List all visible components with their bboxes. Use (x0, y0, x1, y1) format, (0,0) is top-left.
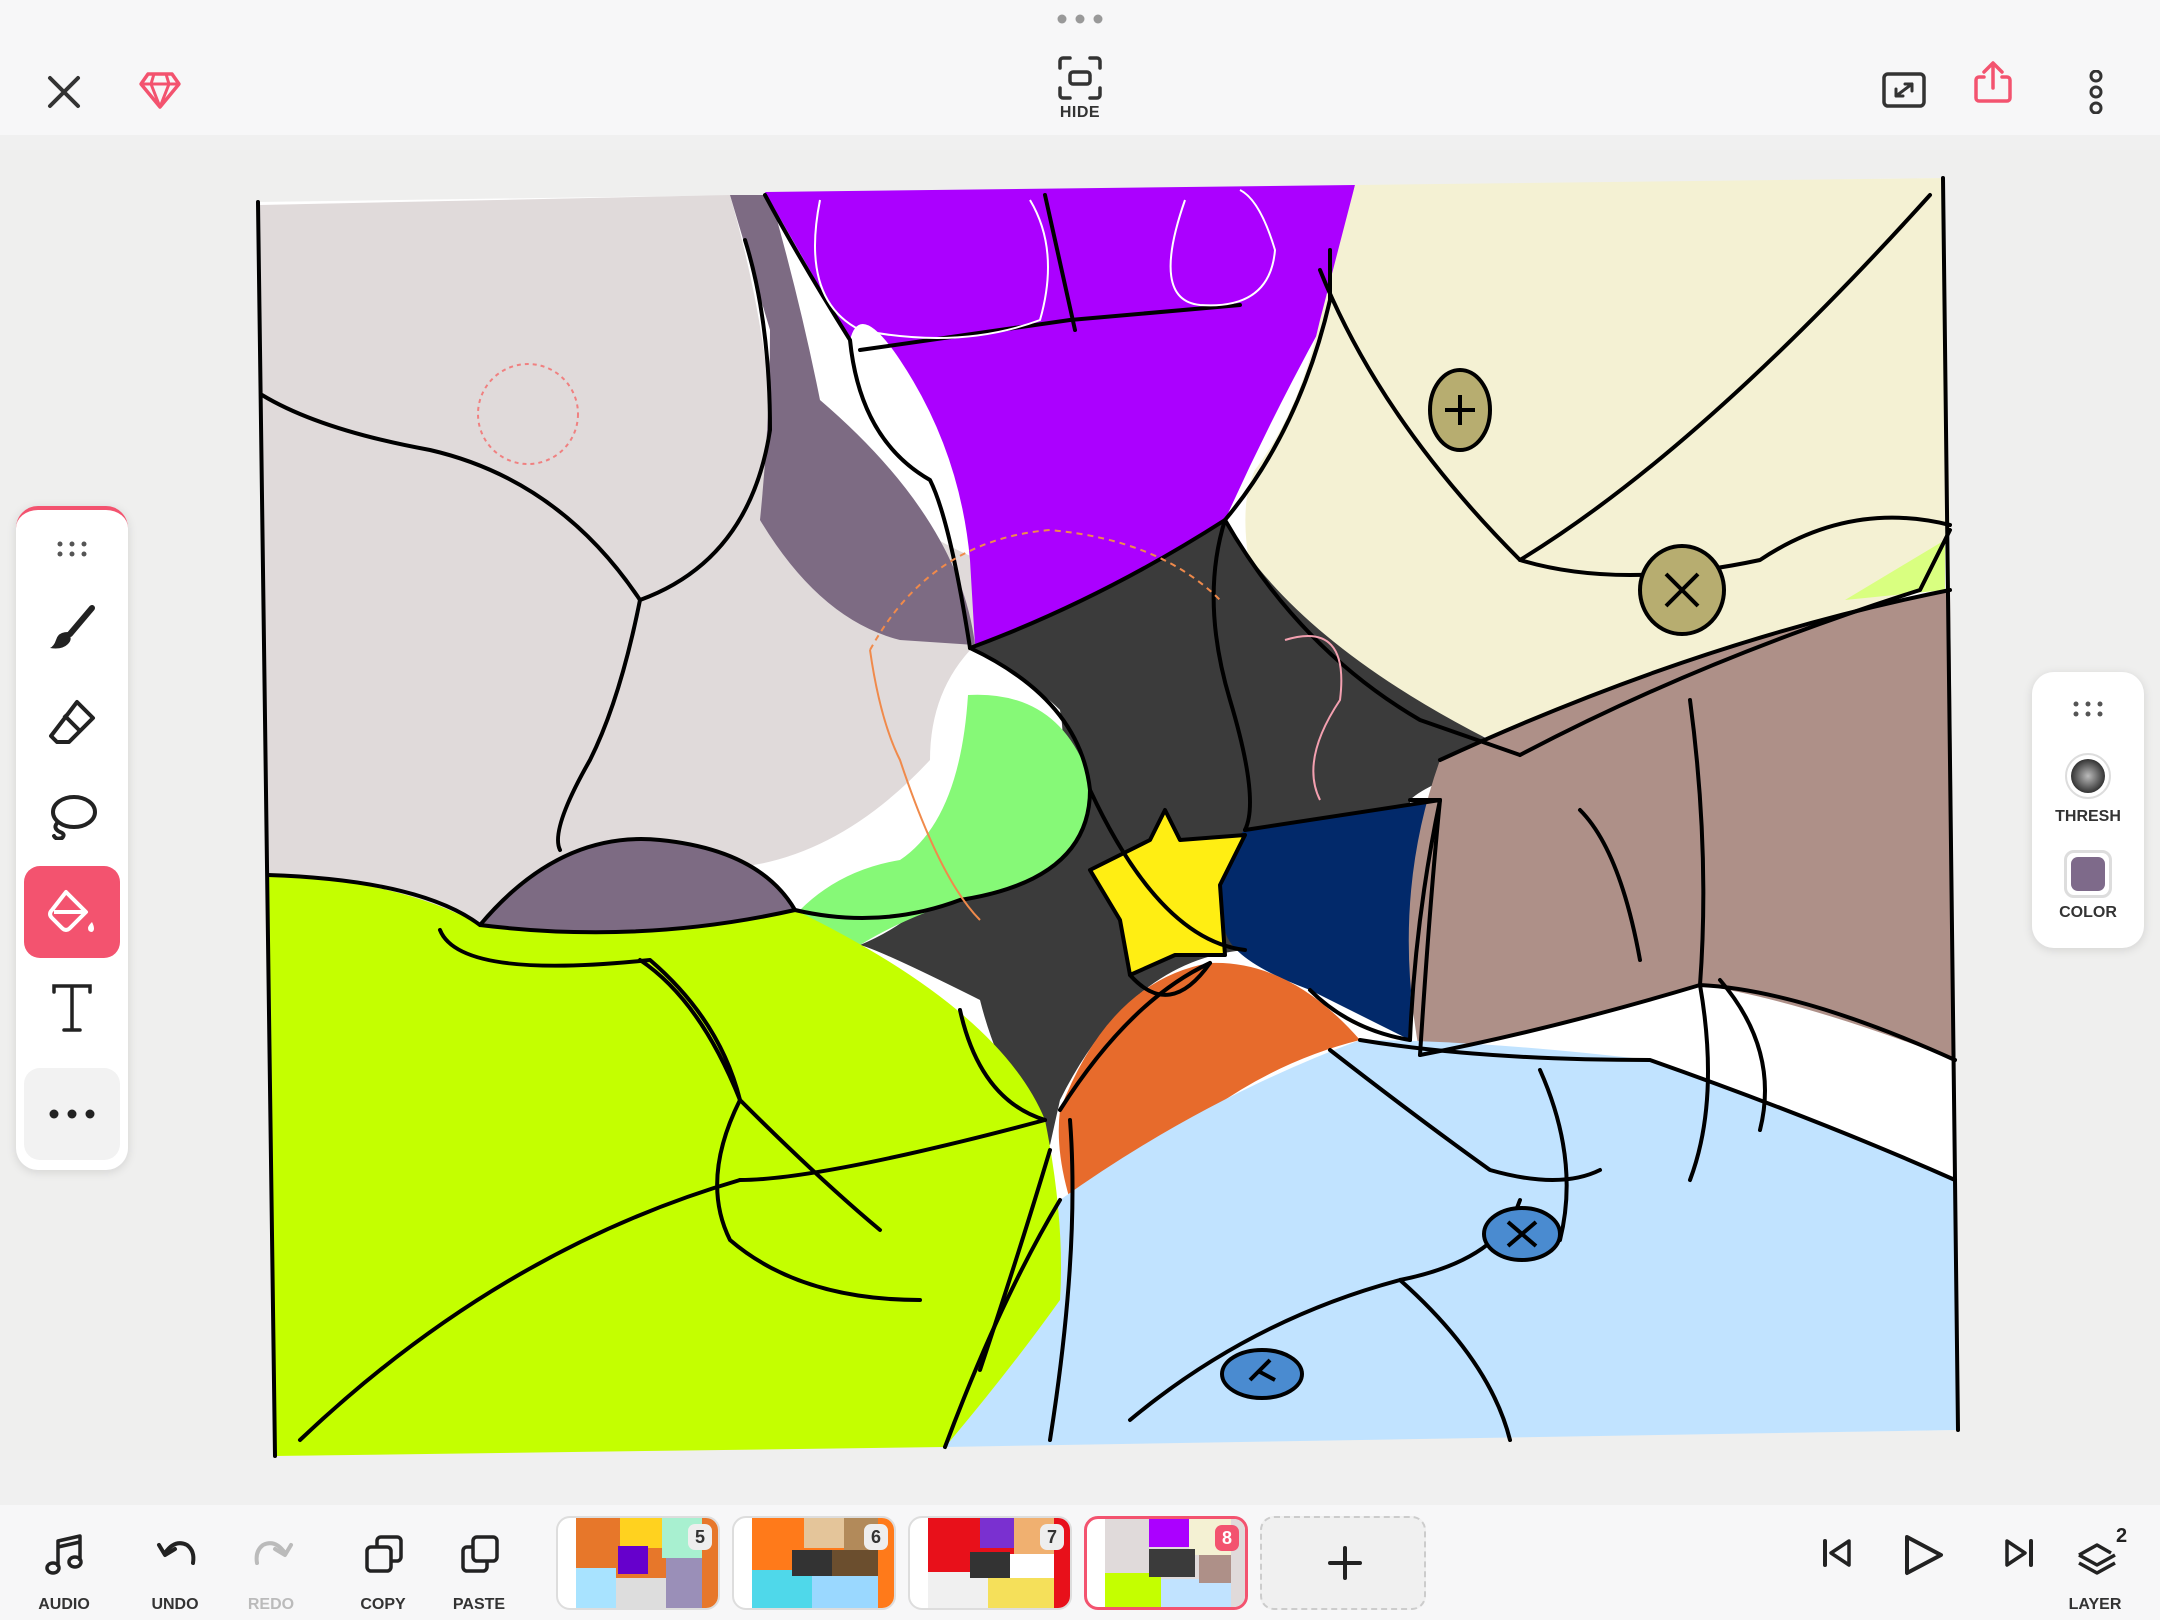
copy-button[interactable]: COPY (338, 1525, 428, 1615)
more-vertical-icon (2089, 70, 2103, 114)
share-button[interactable] (1972, 60, 2014, 104)
more-horizontal-icon (49, 1109, 95, 1119)
panel-drag-handle-icon[interactable] (2072, 700, 2104, 718)
undo-label: UNDO (151, 1596, 199, 1613)
skip-forward-icon (2005, 1539, 2033, 1567)
frame-number: 7 (1040, 1524, 1064, 1550)
frame-thumbnail-current[interactable]: 8 (1084, 1516, 1248, 1610)
redo-icon (254, 1541, 293, 1565)
text-icon (52, 984, 92, 1032)
lasso-icon (51, 795, 97, 840)
color-button[interactable] (2064, 850, 2112, 898)
frame-number: 6 (864, 1524, 888, 1550)
top-bar: HIDE (0, 0, 2160, 135)
undo-button[interactable]: UNDO (130, 1525, 220, 1615)
copy-label: COPY (360, 1596, 406, 1613)
redo-label: REDO (247, 1596, 295, 1613)
share-icon (1974, 61, 2012, 103)
go-to-first-frame-button[interactable] (1792, 1525, 1882, 1615)
play-icon (1905, 1535, 1943, 1575)
close-button[interactable] (34, 62, 94, 122)
eraser-icon (49, 700, 95, 744)
layer-label: LAYER (2068, 1596, 2122, 1613)
focus-frame-icon (1058, 56, 1102, 100)
resize-canvas-button[interactable] (1876, 62, 1932, 118)
layers-icon (2078, 1543, 2116, 1575)
undo-icon (157, 1541, 196, 1565)
layer-count: 2 (2116, 1525, 2128, 1547)
paste-button[interactable]: PASTE (434, 1525, 524, 1615)
frame-thumbnail[interactable]: 6 (732, 1516, 896, 1610)
paste-label: PASTE (452, 1596, 506, 1613)
music-note-icon (45, 1534, 83, 1575)
redo-button[interactable]: REDO (226, 1525, 316, 1615)
frame-number: 8 (1215, 1525, 1239, 1551)
palette-drag-handle-icon[interactable] (56, 540, 88, 558)
tool-brush[interactable] (24, 582, 120, 674)
copy-icon (365, 1535, 403, 1573)
frame-number: 5 (688, 1524, 712, 1550)
color-swatch (2071, 857, 2105, 891)
close-icon (48, 76, 80, 108)
frame-thumbnail[interactable]: 7 (908, 1516, 1072, 1610)
paste-icon (461, 1535, 499, 1573)
audio-button[interactable]: AUDIO (19, 1525, 109, 1615)
resize-canvas-icon (1882, 72, 1926, 108)
thresh-button[interactable] (2064, 752, 2112, 800)
paint-bucket-icon (48, 890, 94, 932)
thresh-label: THRESH (2055, 808, 2121, 825)
workspace (0, 150, 2160, 1460)
more-options-button[interactable] (2076, 62, 2116, 122)
tool-lasso[interactable] (24, 770, 120, 862)
bottom-bar: AUDIO UNDO REDO COPY PASTE 2 LAYER (0, 1505, 2160, 1620)
layer-button[interactable]: 2 LAYER (2050, 1525, 2140, 1615)
play-button[interactable] (1876, 1525, 1966, 1615)
diamond-icon (139, 72, 181, 109)
plus-icon (1328, 1546, 1362, 1580)
tool-eraser[interactable] (24, 676, 120, 768)
drag-handle-icon[interactable] (1056, 12, 1104, 26)
frame-thumbnail[interactable]: 5 (556, 1516, 720, 1610)
premium-button[interactable] (130, 60, 190, 120)
tool-fill[interactable] (24, 866, 120, 958)
brush-icon (50, 605, 95, 649)
color-label: COLOR (2059, 904, 2117, 921)
audio-label: AUDIO (38, 1596, 90, 1613)
add-frame-button[interactable] (1260, 1516, 1426, 1610)
hide-label: HIDE (1059, 104, 1101, 121)
tool-palette (16, 506, 128, 1170)
drawing-canvas[interactable] (0, 150, 2160, 1460)
hide-ui-button[interactable]: HIDE (1040, 52, 1120, 130)
threshold-icon (2065, 753, 2111, 799)
fill-settings-panel: THRESH COLOR (2032, 672, 2144, 948)
skip-back-icon (1823, 1539, 1851, 1567)
tool-text[interactable] (24, 962, 120, 1054)
tool-more[interactable] (24, 1068, 120, 1160)
